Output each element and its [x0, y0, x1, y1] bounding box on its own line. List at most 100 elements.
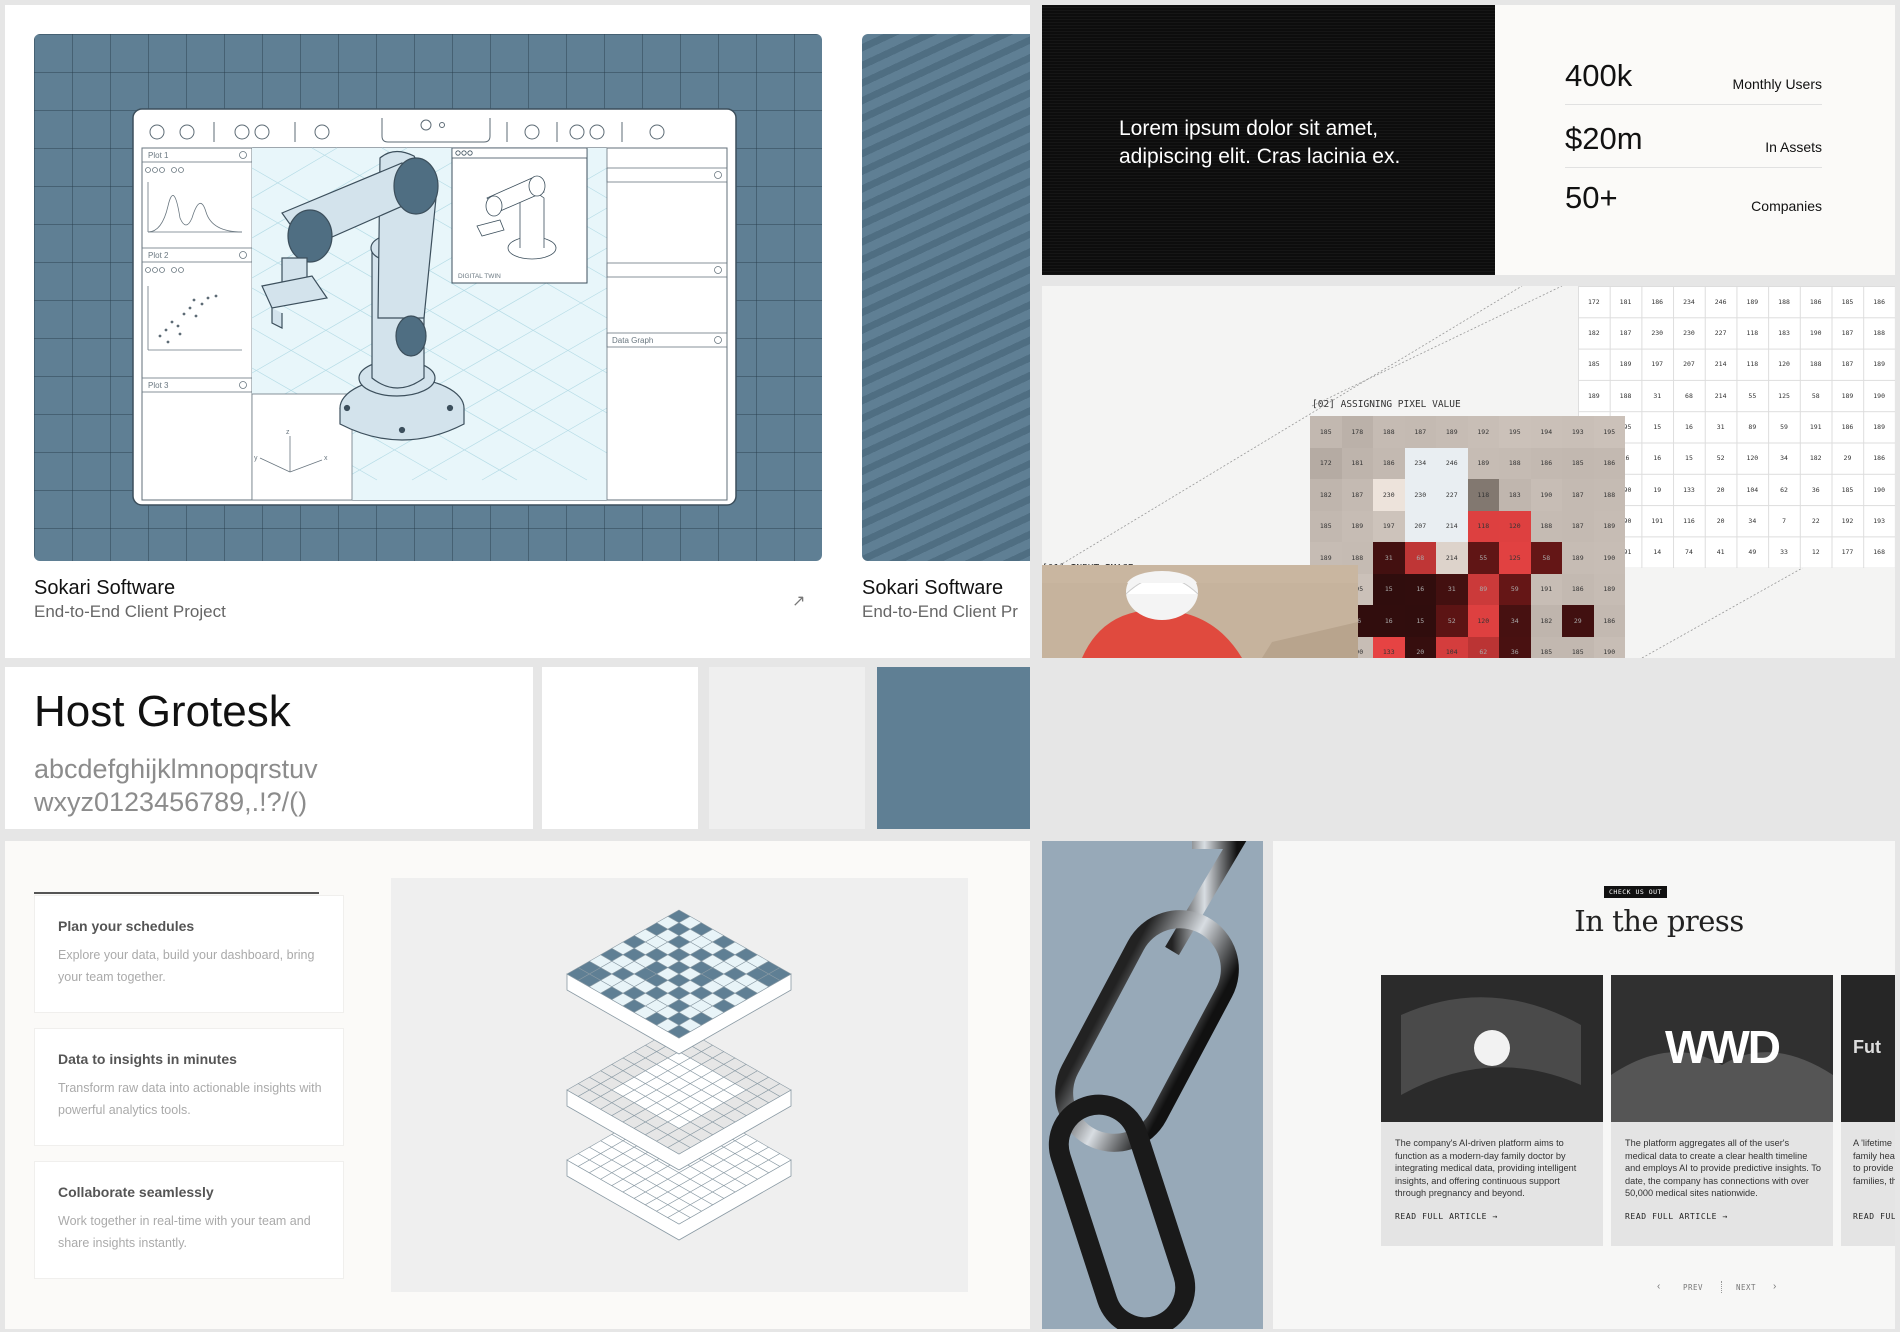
pixel-cell: 185	[1841, 297, 1854, 306]
axis-y-label: y	[254, 455, 258, 462]
pixel-cell: 118	[1746, 328, 1759, 337]
pixel-cell: 188	[1809, 360, 1822, 369]
pixel-cell: 190	[1809, 328, 1822, 337]
pixel-cell: 187	[1562, 479, 1594, 511]
construction-worker-photo	[1042, 582, 1358, 658]
project-title-1[interactable]: Sokari Software	[34, 577, 175, 600]
pixel-cell: 246	[1436, 447, 1468, 479]
pixel-cell: 186	[1873, 297, 1886, 306]
check-us-out-badge: CHECK US OUT	[1604, 886, 1667, 898]
pixel-cell: 68	[1685, 391, 1693, 400]
pixel-cell: 234	[1404, 447, 1436, 479]
pixel-cell: 190	[1873, 485, 1886, 494]
pixel-cell: 15	[1653, 422, 1662, 431]
feature-title: Data to insights in minutes	[58, 1051, 237, 1067]
prev-button[interactable]: PREV	[1683, 1283, 1703, 1292]
pixel-cell: 190	[1530, 479, 1562, 511]
project-card-image-2[interactable]	[862, 34, 1030, 561]
pixel-cell: 186	[1809, 297, 1822, 306]
pixel-cell: 189	[1341, 510, 1373, 542]
feature-card[interactable]: Collaborate seamlessly Work together in …	[34, 1161, 344, 1279]
stat-row: 400k Monthly Users	[1565, 47, 1822, 105]
next-button[interactable]: NEXT	[1736, 1283, 1756, 1292]
pixel-cell: 20	[1716, 485, 1725, 494]
chain-image	[1042, 841, 1263, 1329]
pixel-cell: 33	[1780, 548, 1788, 557]
feature-card[interactable]: Plan your schedules Explore your data, b…	[34, 895, 344, 1013]
press-card[interactable]: Fut A 'lifetime family hea to provide fa…	[1841, 975, 1895, 1246]
pixel-cell: 188	[1873, 328, 1886, 337]
stats-panel: 400k Monthly Users $20m In Assets 50+ Co…	[1495, 5, 1895, 275]
pixel-cell: 186	[1593, 605, 1625, 637]
press-card-text: A 'lifetime family hea to provide famili…	[1853, 1138, 1895, 1186]
stat-value: 400k	[1565, 58, 1633, 93]
assign-label: [02] ASSIGNING PIXEL VALUE	[1312, 399, 1461, 410]
isometric-layers-illustration	[391, 878, 968, 1292]
pixel-cell: 118	[1467, 510, 1499, 542]
read-full-article-link[interactable]: READ FULL	[1853, 1212, 1895, 1221]
pixel-cell: 133	[1373, 636, 1405, 658]
pixel-cell: 182	[1809, 454, 1822, 463]
pixel-cell: 55	[1748, 391, 1757, 400]
pixel-cell: 186	[1651, 297, 1664, 306]
pixel-cell: 214	[1436, 510, 1468, 542]
pixel-cell: 186	[1593, 447, 1625, 479]
feature-card[interactable]: Data to insights in minutes Transform ra…	[34, 1028, 344, 1146]
pixel-cell: 7	[1782, 516, 1786, 525]
pixel-cell: 104	[1436, 636, 1468, 658]
pixel-cell: 188	[1530, 510, 1562, 542]
pixel-cell: 36	[1499, 636, 1531, 658]
pixel-cell: 62	[1780, 485, 1788, 494]
chevron-right-icon[interactable]: ›	[1773, 1281, 1776, 1292]
pixel-cell: 192	[1467, 416, 1499, 448]
pixel-cell: 185	[1530, 636, 1562, 658]
hands-photo	[1381, 975, 1603, 1122]
pixel-cell: 41	[1716, 548, 1725, 557]
pixel-cell: 177	[1841, 548, 1854, 557]
pixel-cell: 189	[1841, 391, 1854, 400]
pixel-cell: 89	[1467, 573, 1499, 605]
pixel-cell: 230	[1373, 479, 1405, 511]
pixel-cell: 74	[1685, 548, 1693, 557]
press-card[interactable]: WWD The platform aggregates all of the u…	[1611, 975, 1833, 1246]
pixel-cell: 188	[1499, 447, 1531, 479]
pixel-cell: 187	[1341, 479, 1373, 511]
pixel-cell: 230	[1404, 479, 1436, 511]
pixel-cell: 22	[1811, 516, 1820, 525]
specimen-line-1: abcdefghijklmnopqrstuv	[34, 754, 318, 784]
pixel-cell: 189	[1436, 416, 1468, 448]
arrow-up-right-icon[interactable]: ↗	[792, 591, 805, 611]
press-card-image: WWD	[1611, 975, 1833, 1122]
project-card-image[interactable]: Plot 1 Plot 2 Plot 3 z y x DIGITAL TWIN …	[34, 34, 822, 561]
press-card-text: The platform aggregates all of the user'…	[1625, 1138, 1821, 1198]
pixel-cell: 125	[1499, 542, 1531, 574]
stat-value: $20m	[1565, 121, 1643, 156]
read-full-article-link[interactable]: READ FULL ARTICLE →	[1395, 1212, 1498, 1221]
feature-title: Plan your schedules	[58, 918, 195, 934]
pixel-cell: 16	[1373, 605, 1405, 637]
pixel-cell: 16	[1404, 573, 1436, 605]
pixel-cell: 195	[1593, 416, 1625, 448]
pixel-cell: 58	[1811, 391, 1820, 400]
pixel-cell: 197	[1373, 510, 1405, 542]
read-full-article-link[interactable]: READ FULL ARTICLE →	[1625, 1212, 1728, 1221]
pixel-cell: 192	[1841, 516, 1854, 525]
plot1-label: Plot 1	[148, 151, 169, 160]
pixel-cell: 52	[1436, 605, 1468, 637]
pixel-cell: 16	[1653, 454, 1662, 463]
pagination-divider	[1721, 1281, 1722, 1293]
pixel-cell: 230	[1683, 328, 1695, 337]
axis-x-label: x	[324, 455, 328, 462]
quote-text: Lorem ipsum dolor sit amet, adipiscing e…	[1119, 117, 1401, 168]
pixel-cell: 189	[1593, 510, 1625, 542]
pixel-cell: 185	[1310, 510, 1342, 542]
project-title-2[interactable]: Sokari Software	[862, 577, 1003, 600]
feature-description: Explore your data, build your dashboard,…	[58, 948, 315, 984]
press-card[interactable]: The company's AI-driven platform aims to…	[1381, 975, 1603, 1246]
pixel-cell: 15	[1685, 454, 1693, 463]
chevron-left-icon[interactable]: ‹	[1657, 1281, 1660, 1292]
pixel-cell: 133	[1683, 485, 1695, 494]
pixel-cell: 125	[1778, 391, 1790, 400]
pixel-cell: 191	[1530, 573, 1562, 605]
pixel-cell: 185	[1841, 485, 1854, 494]
